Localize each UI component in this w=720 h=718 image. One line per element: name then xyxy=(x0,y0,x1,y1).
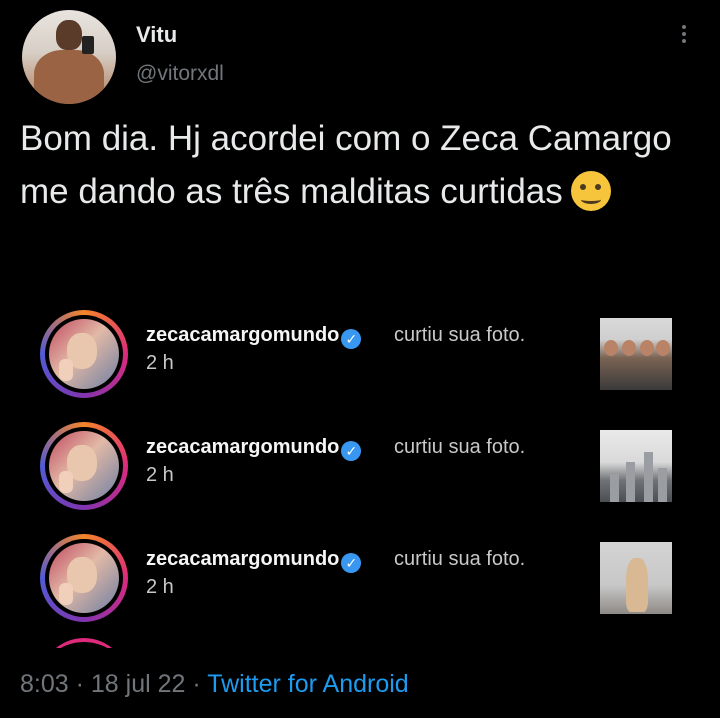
notification-row[interactable]: zecacamargomundo ✓ curtiu sua foto. 2 h xyxy=(0,306,720,406)
notification-time: 2 h xyxy=(146,352,174,374)
photo-thumbnail[interactable] xyxy=(600,318,672,390)
notification-username[interactable]: zecacamargomundo ✓ xyxy=(146,324,362,349)
separator: · xyxy=(75,670,91,698)
author-handle[interactable]: @vitorxdl xyxy=(136,62,224,86)
notification-action: curtiu sua foto. xyxy=(394,436,526,458)
woozy-face-icon xyxy=(570,171,611,211)
phone-icon xyxy=(82,36,94,54)
author-avatar[interactable] xyxy=(22,10,116,104)
story-ring-avatar[interactable] xyxy=(40,534,128,622)
avatar-body xyxy=(34,50,104,104)
notification-username[interactable]: zecacamargomundo ✓ xyxy=(146,548,362,573)
verified-badge-icon: ✓ xyxy=(341,441,362,461)
tweet-source-link[interactable]: Twitter for Android xyxy=(207,670,408,698)
verified-badge-icon: ✓ xyxy=(341,553,362,573)
notification-time: 2 h xyxy=(146,464,174,486)
tweet-date[interactable]: 18 jul 22 xyxy=(91,670,186,698)
story-ring-avatar[interactable] xyxy=(40,310,128,398)
dog-image xyxy=(626,558,648,612)
notification-time: 2 h xyxy=(146,576,174,598)
separator: · xyxy=(192,670,208,698)
photo-thumbnail[interactable] xyxy=(600,430,672,502)
photo-thumbnail[interactable] xyxy=(600,542,672,614)
author-name[interactable]: Vitu xyxy=(136,22,177,48)
notification-row[interactable]: zecacamargomundo ✓ curtiu sua foto. 2 h xyxy=(0,418,720,518)
verified-badge-icon: ✓ xyxy=(341,329,362,349)
story-ring-partial xyxy=(40,638,128,648)
tweet-time[interactable]: 8:03 xyxy=(20,670,69,698)
notification-action: curtiu sua foto. xyxy=(394,324,526,346)
notification-username[interactable]: zecacamargomundo ✓ xyxy=(146,436,362,461)
more-options-icon[interactable] xyxy=(672,22,696,52)
story-ring-avatar[interactable] xyxy=(40,422,128,510)
avatar-head xyxy=(56,20,82,50)
notification-row[interactable]: zecacamargomundo ✓ curtiu sua foto. 2 h xyxy=(0,530,720,630)
tweet-text: Bom dia. Hj acordei com o Zeca Camargo m… xyxy=(20,112,700,218)
tweet-footer: 8:03 · 18 jul 22 · Twitter for Android xyxy=(20,670,409,699)
notification-action: curtiu sua foto. xyxy=(394,548,526,570)
